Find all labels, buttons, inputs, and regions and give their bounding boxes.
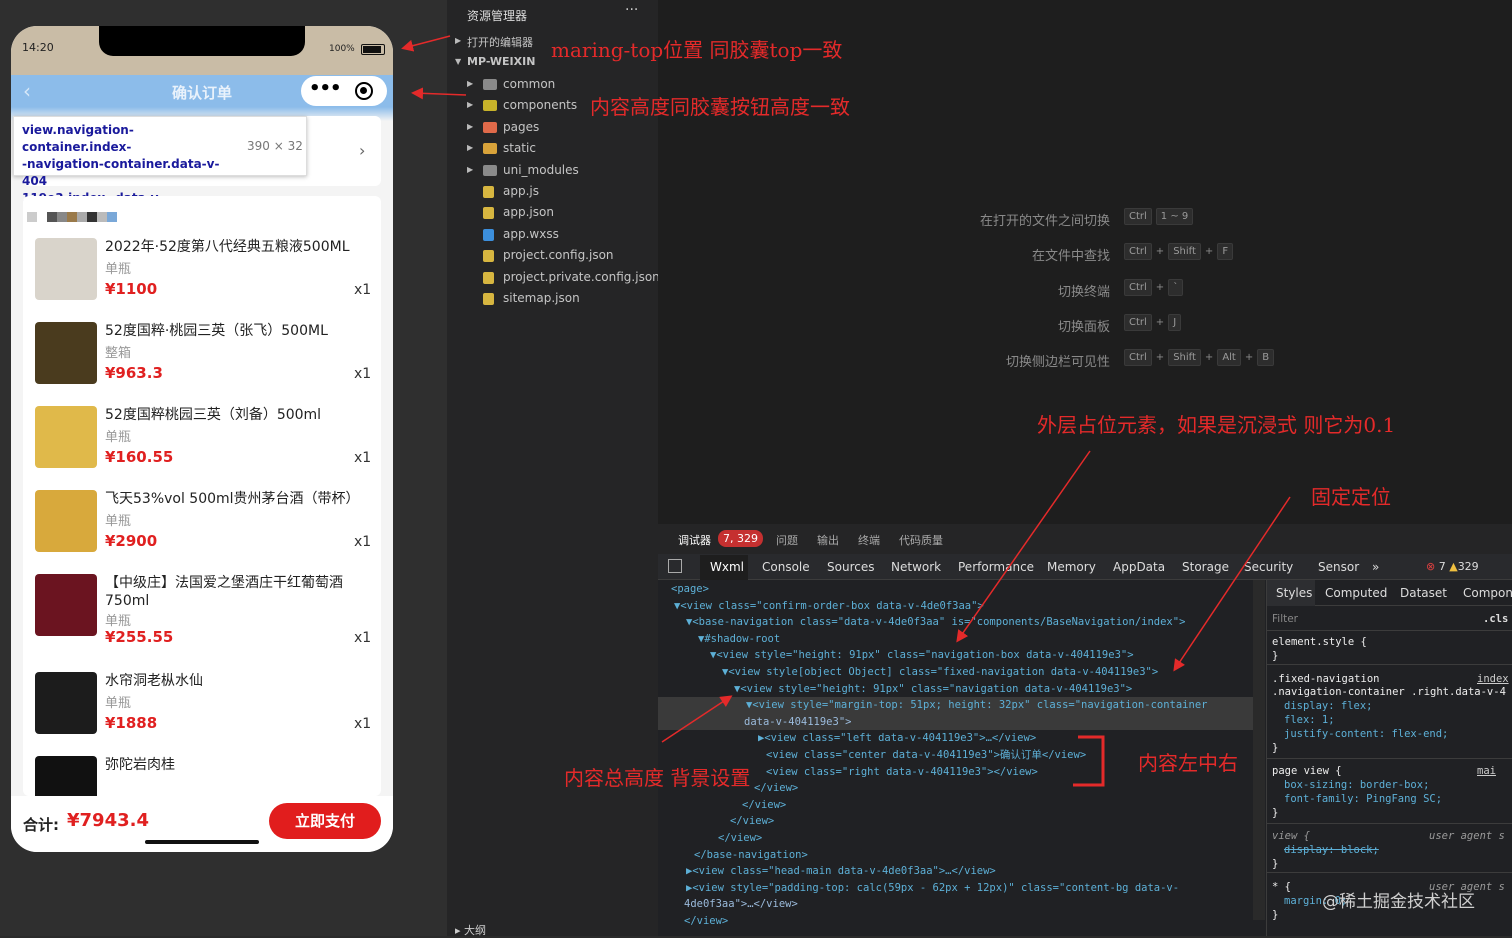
arrow-content-height — [411, 87, 467, 100]
arrow-total-height — [661, 695, 733, 743]
annotation-arrows — [401, 35, 1291, 787]
arrow-margin-top — [401, 35, 451, 52]
arrow-fixed — [1173, 496, 1291, 672]
bracket-left-center-right — [1073, 735, 1105, 787]
arrow-placeholder — [956, 450, 1091, 643]
